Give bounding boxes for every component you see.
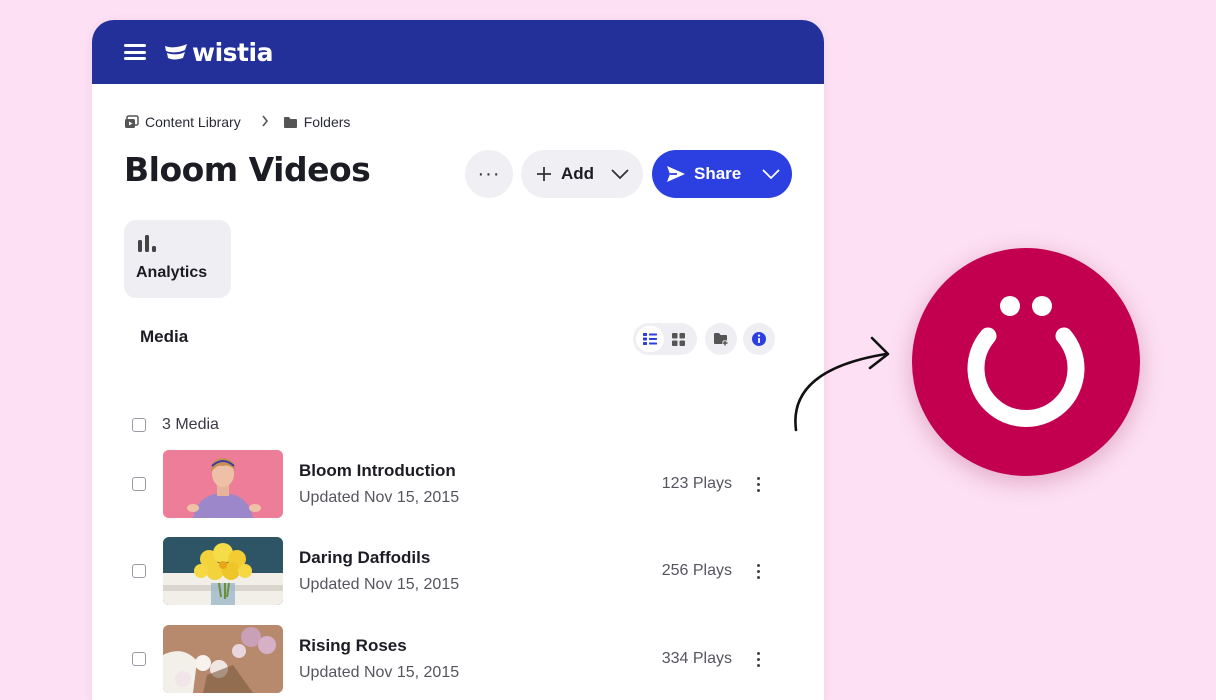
plus-icon — [537, 167, 551, 181]
bloom-smiley-logo — [912, 248, 1140, 476]
grid-view-icon — [671, 332, 685, 346]
roses-thumbnail-image — [163, 625, 283, 693]
media-updated: Updated Nov 15, 2015 — [299, 664, 460, 681]
more-vertical-icon[interactable] — [752, 472, 764, 496]
media-updated: Updated Nov 15, 2015 — [299, 576, 460, 593]
media-row[interactable]: Bloom Introduction Updated Nov 15, 2015 … — [132, 450, 784, 518]
select-all-row: 3 Media — [132, 416, 219, 434]
video-thumbnail[interactable] — [163, 625, 283, 693]
info-button[interactable] — [743, 323, 775, 355]
add-button-label: Add — [561, 164, 595, 183]
chevron-down-icon — [611, 169, 629, 180]
breadcrumb-label: Content Library — [145, 114, 241, 130]
breadcrumb: Content Library Folders — [124, 114, 350, 130]
video-thumbnail[interactable] — [163, 450, 283, 518]
new-folder-icon — [714, 333, 728, 346]
analytics-card[interactable]: Analytics — [124, 220, 231, 298]
folder-icon — [283, 116, 297, 128]
more-horizontal-icon: ··· — [477, 162, 501, 185]
breadcrumb-content-library[interactable]: Content Library — [124, 114, 241, 130]
breadcrumb-folders[interactable]: Folders — [283, 114, 351, 130]
view-toggle — [633, 323, 697, 355]
media-plays: 334 Plays — [661, 650, 732, 667]
more-vertical-icon[interactable] — [752, 647, 764, 671]
info-icon — [752, 332, 766, 346]
media-row[interactable]: Rising Roses Updated Nov 15, 2015 334 Pl… — [132, 625, 784, 693]
chevron-right-icon — [261, 114, 269, 130]
more-vertical-icon[interactable] — [752, 559, 764, 583]
person-thumbnail-image — [163, 450, 283, 518]
media-section-heading: Media — [140, 327, 189, 346]
logo-text: wistia — [192, 37, 273, 67]
video-thumbnail[interactable] — [163, 537, 283, 605]
analytics-label: Analytics — [136, 264, 208, 281]
chevron-down-icon — [762, 169, 780, 180]
top-navigation-bar: wistia — [92, 20, 824, 84]
wistia-swoosh-icon — [165, 44, 187, 60]
add-button[interactable]: Add — [521, 150, 643, 198]
row-checkbox[interactable] — [132, 652, 146, 666]
media-count: 3 Media — [162, 416, 219, 433]
hamburger-menu-icon[interactable] — [124, 44, 146, 60]
bar-chart-icon — [138, 235, 156, 252]
media-row[interactable]: Daring Daffodils Updated Nov 15, 2015 25… — [132, 537, 784, 605]
video-library-icon — [125, 115, 139, 128]
media-title[interactable]: Bloom Introduction — [299, 461, 456, 481]
breadcrumb-label: Folders — [303, 114, 351, 130]
daffodils-thumbnail-image — [163, 537, 283, 605]
wistia-logo[interactable]: wistia — [164, 38, 273, 67]
media-plays: 123 Plays — [661, 475, 732, 492]
row-checkbox[interactable] — [132, 477, 146, 491]
media-title[interactable]: Rising Roses — [299, 636, 407, 656]
media-plays: 256 Plays — [661, 562, 732, 579]
list-view-button[interactable] — [636, 326, 664, 352]
smiley-logo-icon — [967, 296, 1085, 427]
select-all-checkbox[interactable] — [132, 418, 146, 432]
list-view-icon — [643, 333, 657, 345]
page-title: Bloom Videos — [124, 150, 371, 189]
grid-view-button[interactable] — [664, 326, 692, 352]
media-updated: Updated Nov 15, 2015 — [299, 489, 460, 506]
media-title[interactable]: Daring Daffodils — [299, 548, 430, 568]
app-window: wistia Content Library Folders Bloom Vid… — [92, 20, 824, 700]
row-checkbox[interactable] — [132, 564, 146, 578]
share-button[interactable]: Share — [652, 150, 792, 198]
more-options-button[interactable]: ··· — [465, 150, 513, 198]
new-folder-button[interactable] — [705, 323, 737, 355]
send-icon — [667, 166, 685, 182]
share-button-label: Share — [694, 164, 742, 183]
curved-arrow-icon — [794, 336, 890, 432]
